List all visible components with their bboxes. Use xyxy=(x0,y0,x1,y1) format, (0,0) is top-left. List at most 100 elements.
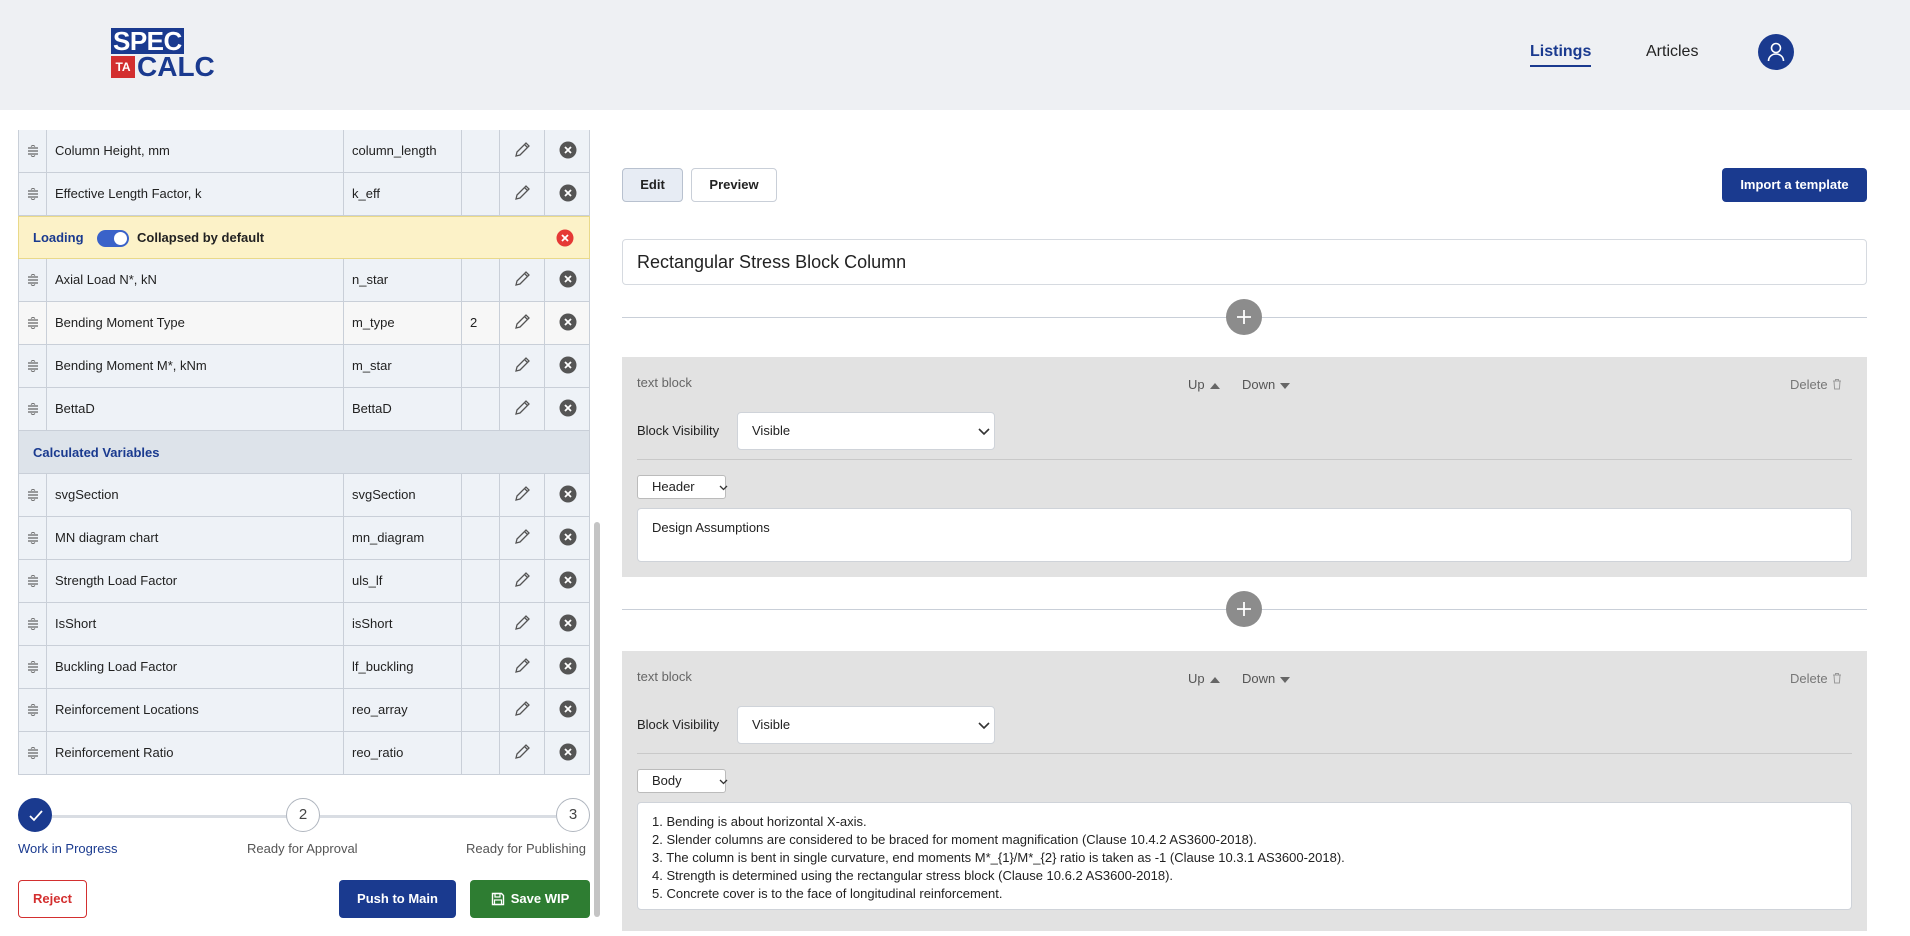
text-style-select[interactable]: Body xyxy=(637,769,728,793)
article-title-input[interactable]: Rectangular Stress Block Column xyxy=(622,239,1867,285)
edit-variable-button[interactable] xyxy=(500,560,545,602)
move-down-button[interactable]: Down xyxy=(1242,671,1291,686)
block-text-input[interactable]: 1. Bending is about horizontal X-axis. 2.… xyxy=(637,802,1852,910)
edit-variable-button[interactable] xyxy=(500,130,545,172)
remove-variable-button[interactable] xyxy=(545,732,590,774)
variable-row[interactable]: svgSection svgSection xyxy=(18,474,590,517)
spectacalc-logo[interactable]: SPEC TA CALC xyxy=(111,28,215,81)
collapse-toggle[interactable] xyxy=(97,230,129,247)
text-style-select[interactable]: Header xyxy=(637,475,728,499)
drag-handle[interactable] xyxy=(19,259,47,301)
variable-code: isShort xyxy=(344,603,462,645)
save-wip-button[interactable]: Save WIP xyxy=(470,880,590,918)
remove-variable-button[interactable] xyxy=(545,345,590,387)
add-block-button-2[interactable] xyxy=(1226,591,1262,627)
remove-variable-button[interactable] xyxy=(545,130,590,172)
block-type-label: text block xyxy=(637,669,692,684)
drag-handle[interactable] xyxy=(19,732,47,774)
delete-block-button[interactable]: Delete xyxy=(1790,671,1842,686)
add-block-button-1[interactable] xyxy=(1226,299,1262,335)
variable-row[interactable]: Bending Moment Type m_type 2 xyxy=(18,302,590,345)
remove-section-button[interactable] xyxy=(556,229,574,252)
tab-edit[interactable]: Edit xyxy=(622,168,683,202)
tab-preview[interactable]: Preview xyxy=(691,168,777,202)
edit-variable-button[interactable] xyxy=(500,388,545,430)
user-avatar-button[interactable] xyxy=(1758,34,1794,70)
drag-handle[interactable] xyxy=(19,517,47,559)
drag-handle[interactable] xyxy=(19,302,47,344)
edit-variable-button[interactable] xyxy=(500,732,545,774)
remove-variable-button[interactable] xyxy=(545,689,590,731)
variable-code: lf_buckling xyxy=(344,646,462,688)
variable-row[interactable]: Column Height, mm column_length xyxy=(18,130,590,173)
caret-down-icon xyxy=(1280,676,1291,683)
edit-variable-button[interactable] xyxy=(500,259,545,301)
remove-variable-button[interactable] xyxy=(545,259,590,301)
remove-variable-button[interactable] xyxy=(545,474,590,516)
drag-handle[interactable] xyxy=(19,603,47,645)
variable-label: Bending Moment Type xyxy=(47,302,344,344)
drag-handle[interactable] xyxy=(19,560,47,602)
edit-variable-button[interactable] xyxy=(500,173,545,215)
edit-variable-button[interactable] xyxy=(500,603,545,645)
variable-row[interactable]: Reinforcement Ratio reo_ratio xyxy=(18,732,590,775)
move-down-button[interactable]: Down xyxy=(1242,377,1291,392)
drag-handle[interactable] xyxy=(19,646,47,688)
variable-row[interactable]: BettaD BettaD xyxy=(18,388,590,431)
drag-handle-icon xyxy=(27,618,39,630)
edit-variable-button[interactable] xyxy=(500,517,545,559)
remove-variable-button[interactable] xyxy=(545,517,590,559)
edit-variable-button[interactable] xyxy=(500,345,545,387)
edit-variable-button[interactable] xyxy=(500,646,545,688)
block-text-line: 4. Strength is determined using the rect… xyxy=(652,868,1174,883)
drag-handle[interactable] xyxy=(19,173,47,215)
variable-row[interactable]: IsShort isShort xyxy=(18,603,590,646)
remove-variable-button[interactable] xyxy=(545,603,590,645)
drag-handle[interactable] xyxy=(19,130,47,172)
edit-variable-button[interactable] xyxy=(500,474,545,516)
drag-handle[interactable] xyxy=(19,388,47,430)
remove-variable-button[interactable] xyxy=(545,173,590,215)
variable-row[interactable]: MN diagram chart mn_diagram xyxy=(18,517,590,560)
block-visibility-select[interactable]: Visible xyxy=(737,412,995,450)
remove-variable-button[interactable] xyxy=(545,388,590,430)
variables-scrollbar[interactable] xyxy=(594,522,600,917)
edit-variable-button[interactable] xyxy=(500,302,545,344)
variable-row[interactable]: Axial Load N*, kN n_star xyxy=(18,259,590,302)
caret-down-icon xyxy=(1280,382,1291,389)
pencil-icon xyxy=(513,657,531,675)
pencil-icon xyxy=(513,356,531,374)
variable-code: k_eff xyxy=(344,173,462,215)
variable-extra xyxy=(462,259,500,301)
drag-handle-icon xyxy=(27,188,39,200)
move-down-label: Down xyxy=(1242,377,1276,392)
nav-listings[interactable]: Listings xyxy=(1530,43,1592,67)
variable-row[interactable]: Strength Load Factor uls_lf xyxy=(18,560,590,603)
nav-articles[interactable]: Articles xyxy=(1646,43,1698,61)
move-up-button[interactable]: Up xyxy=(1188,377,1220,392)
remove-variable-button[interactable] xyxy=(545,646,590,688)
drag-handle[interactable] xyxy=(19,474,47,516)
import-template-button[interactable]: Import a template xyxy=(1722,168,1867,202)
pencil-icon xyxy=(513,313,531,331)
drag-handle-icon xyxy=(27,661,39,673)
reject-button[interactable]: Reject xyxy=(18,880,87,918)
drag-handle[interactable] xyxy=(19,345,47,387)
drag-handle[interactable] xyxy=(19,689,47,731)
block-visibility-label: Block Visibility xyxy=(637,717,720,732)
block-visibility-select[interactable]: Visible xyxy=(737,706,995,744)
move-up-button[interactable]: Up xyxy=(1188,671,1220,686)
variable-row[interactable]: Bending Moment M*, kNm m_star xyxy=(18,345,590,388)
move-up-label: Up xyxy=(1188,377,1205,392)
remove-variable-button[interactable] xyxy=(545,560,590,602)
push-to-main-button[interactable]: Push to Main xyxy=(339,880,456,918)
variable-row[interactable]: Buckling Load Factor lf_buckling xyxy=(18,646,590,689)
trash-icon xyxy=(1828,671,1842,686)
variable-row[interactable]: Effective Length Factor, k k_eff xyxy=(18,173,590,216)
variable-row[interactable]: Reinforcement Locations reo_array xyxy=(18,689,590,732)
block-text-line: Design Assumptions xyxy=(652,520,770,535)
delete-block-button[interactable]: Delete xyxy=(1790,377,1842,392)
block-text-input[interactable]: Design Assumptions xyxy=(637,508,1852,562)
edit-variable-button[interactable] xyxy=(500,689,545,731)
remove-variable-button[interactable] xyxy=(545,302,590,344)
